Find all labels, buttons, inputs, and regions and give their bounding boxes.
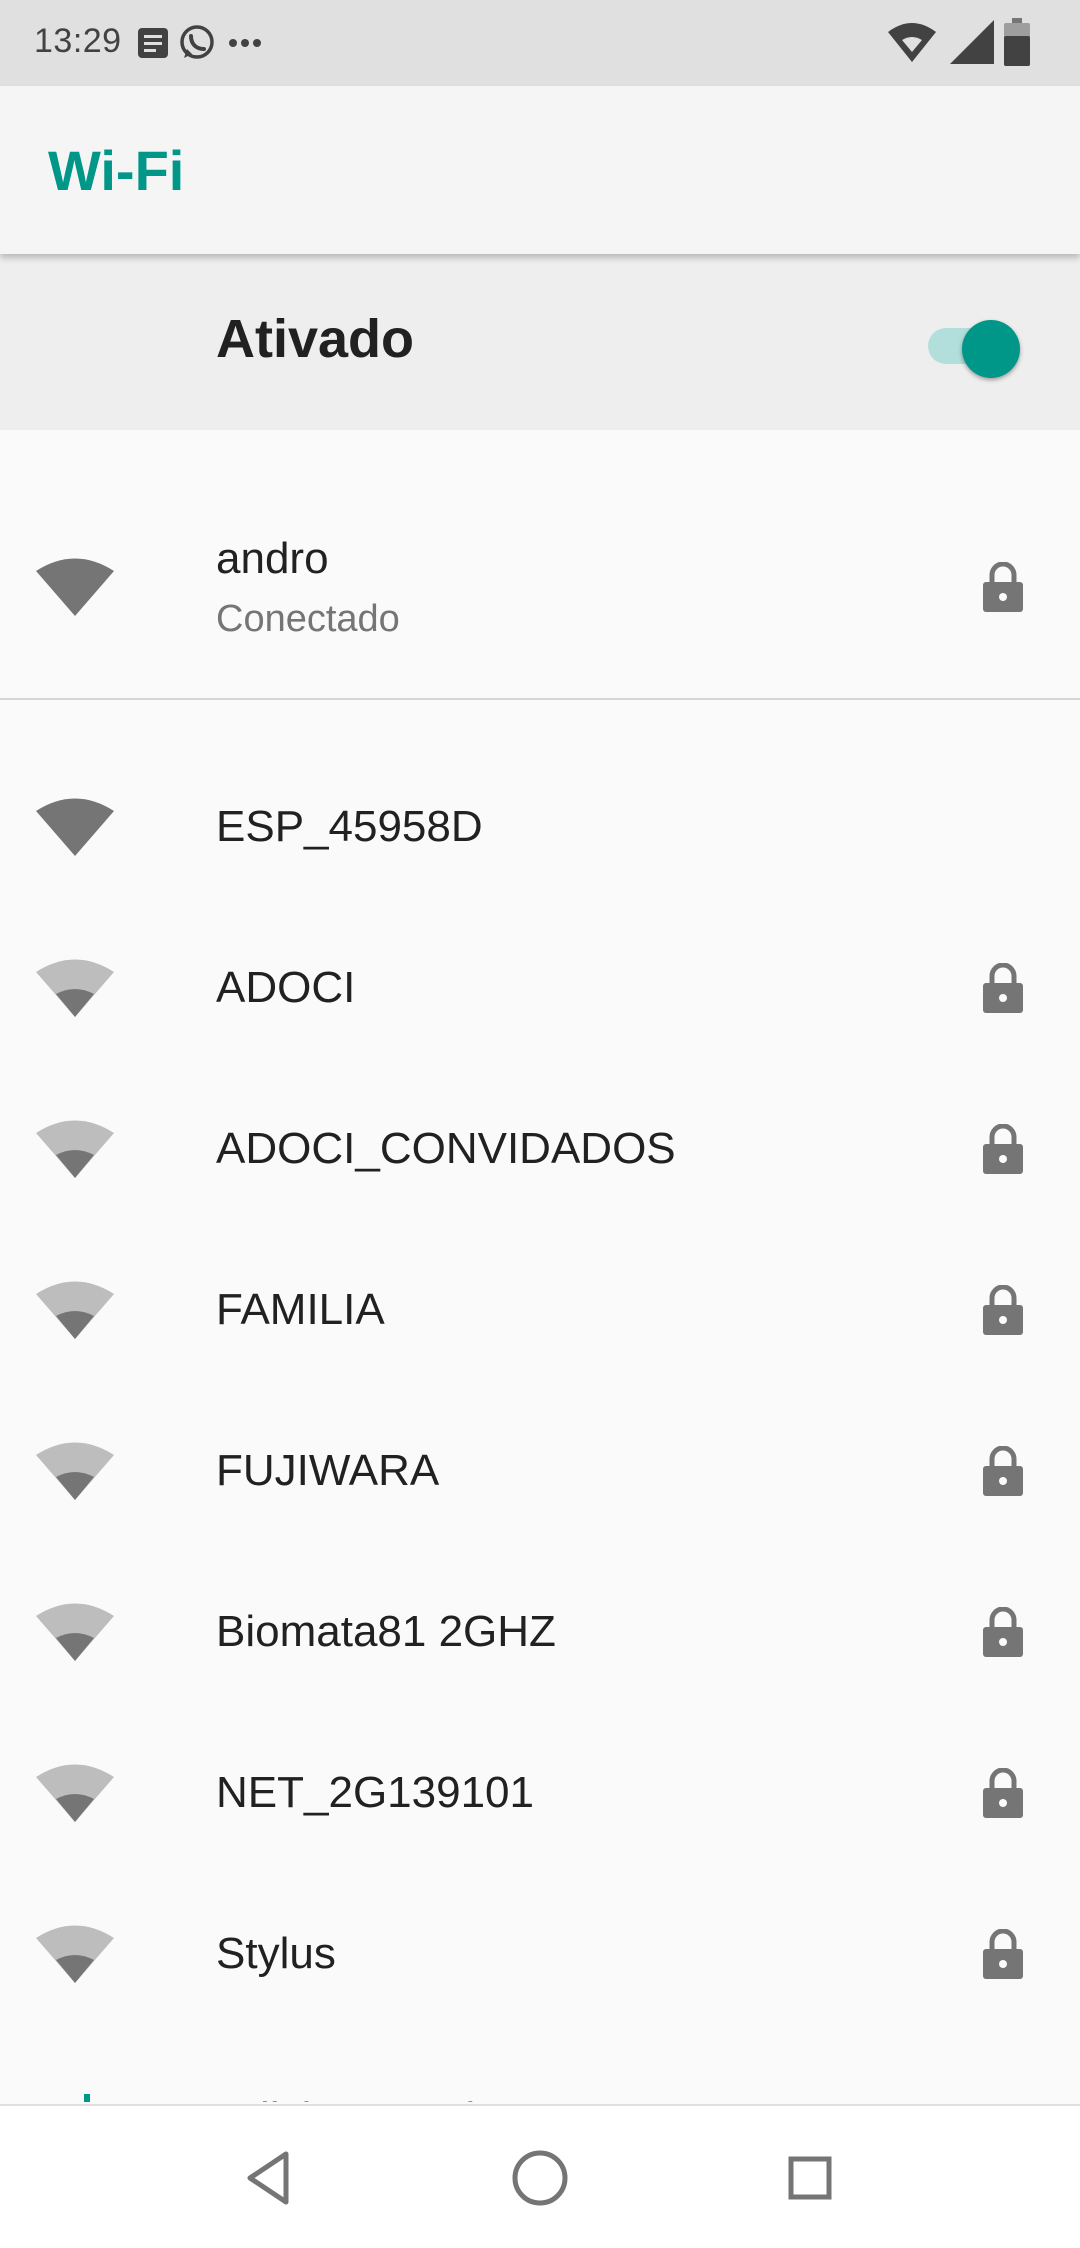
back-icon[interactable] — [238, 2146, 302, 2210]
lock-icon — [983, 1607, 1023, 1657]
wifi-signal-full-icon — [36, 558, 114, 616]
wifi-signal-weak-icon — [36, 1603, 114, 1661]
network-name: Stylus — [216, 1929, 336, 1978]
cell-signal-icon — [950, 20, 994, 64]
network-name: ESP_45958D — [216, 802, 483, 851]
page-title: Wi-Fi — [48, 139, 185, 202]
network-list-item[interactable]: FUJIWARA — [0, 1392, 1080, 1553]
battery-icon — [1004, 18, 1030, 66]
recents-icon[interactable] — [778, 2146, 842, 2210]
add-icon — [84, 2094, 90, 2102]
network-list-item[interactable]: Biomata81 2GHZ — [0, 1553, 1080, 1714]
connected-network-name: andro — [216, 534, 329, 583]
network-list-item[interactable]: ADOCI_CONVIDADOS — [0, 1070, 1080, 1231]
master-switch-label: Ativado — [216, 309, 415, 369]
network-name: NET_2G139101 — [216, 1768, 534, 1817]
network-list-item[interactable]: ESP_45958D — [0, 748, 1080, 909]
network-name: Biomata81 2GHZ — [216, 1607, 556, 1656]
connected-network-item[interactable]: andro Conectado — [0, 500, 1080, 672]
wifi-master-switch-row[interactable]: Ativado — [0, 254, 1080, 430]
network-name: ADOCI_CONVIDADOS — [216, 1124, 676, 1173]
network-list-item[interactable]: Stylus — [0, 1875, 1080, 2036]
lock-icon — [983, 1929, 1023, 1979]
lock-icon — [983, 1285, 1023, 1335]
home-icon[interactable] — [508, 2146, 572, 2210]
network-list-item[interactable]: ADOCI — [0, 909, 1080, 1070]
wifi-signal-weak-icon — [36, 1764, 114, 1822]
lock-icon — [983, 1124, 1023, 1174]
wifi-status-icon — [888, 23, 936, 62]
network-list-item[interactable]: FAMILIA — [0, 1231, 1080, 1392]
add-network-label: Adicionar rede — [216, 2094, 500, 2102]
network-name: FUJIWARA — [216, 1446, 440, 1495]
lock-icon — [983, 1446, 1023, 1496]
network-list-item[interactable]: NET_2G139101 — [0, 1714, 1080, 1875]
connected-network-status: Conectado — [216, 598, 400, 640]
app-bar: Wi-Fi — [0, 86, 1080, 254]
lock-icon — [983, 1768, 1023, 1818]
network-name: ADOCI — [216, 963, 356, 1012]
whatsapp-icon — [180, 25, 214, 59]
toggle-thumb — [962, 320, 1020, 378]
divider — [0, 698, 1080, 700]
wifi-signal-full-icon — [36, 798, 114, 856]
network-name: FAMILIA — [216, 1285, 385, 1334]
status-bar: 13:29 — [0, 0, 1080, 86]
navigation-bar — [0, 2104, 1080, 2248]
notes-icon — [138, 28, 168, 58]
lock-icon — [983, 562, 1023, 612]
status-time: 13:29 — [34, 22, 122, 60]
more-dots-icon — [229, 39, 261, 47]
wifi-signal-weak-icon — [36, 1120, 114, 1178]
wifi-signal-weak-icon — [36, 1442, 114, 1500]
wifi-toggle-switch[interactable] — [924, 310, 1024, 378]
add-network-item[interactable]: Adicionar rede — [0, 2082, 1080, 2102]
wifi-signal-weak-icon — [36, 959, 114, 1017]
wifi-signal-weak-icon — [36, 1925, 114, 1983]
wifi-signal-weak-icon — [36, 1281, 114, 1339]
lock-icon — [983, 963, 1023, 1013]
